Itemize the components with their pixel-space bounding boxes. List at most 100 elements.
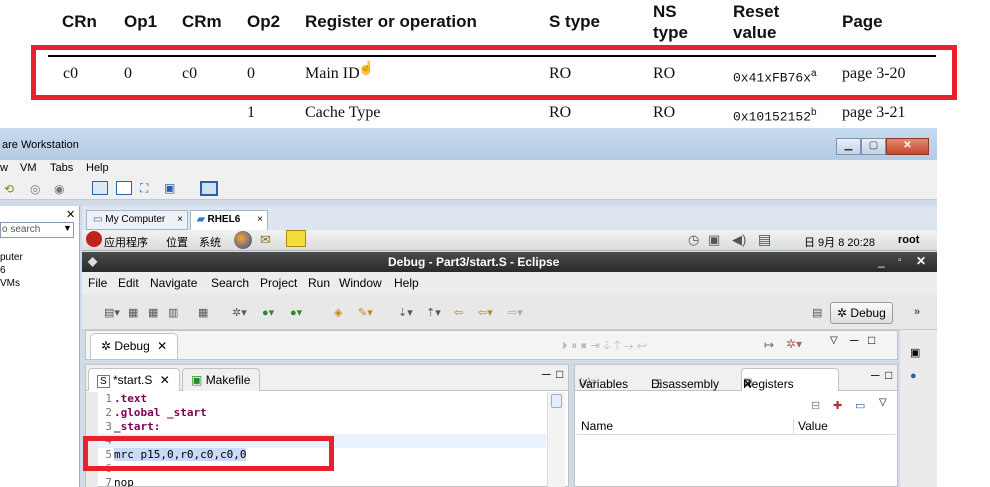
debug-perspective-button[interactable]: ✲ Debug (830, 302, 893, 324)
revert-icon[interactable]: ◎ (30, 182, 40, 196)
volume-icon[interactable]: ◀) (732, 232, 746, 248)
menu-places[interactable]: 位置 (166, 234, 188, 250)
menu-vm[interactable]: VM (20, 162, 37, 174)
library-item-shared-vms[interactable]: VMs (0, 278, 20, 289)
header-crn: CRn (62, 12, 97, 31)
close-button[interactable]: ✕ (886, 138, 929, 155)
save-all-icon[interactable]: ▦ (148, 306, 158, 319)
more-perspectives-icon[interactable]: » (914, 306, 920, 318)
tab-debug[interactable]: ✲ Debug ✕ (90, 333, 179, 359)
snapshot-icon[interactable]: ⟲ (4, 182, 14, 196)
code-line[interactable]: 1 .text (100, 392, 147, 406)
eclipse-close-icon[interactable]: ✕ (916, 254, 926, 268)
menu-navigate[interactable]: Navigate (150, 276, 197, 290)
restore-icon[interactable]: ▣ (910, 346, 920, 359)
screenshot-root: CRn Op1 CRm Op2 Register or operation S … (0, 0, 990, 487)
menu-applications[interactable]: 应用程序 (104, 234, 148, 250)
minimize-view-icon[interactable]: ─ (871, 368, 880, 382)
back-icon[interactable]: ⇦▾ (478, 306, 493, 319)
column-name[interactable]: Name (581, 419, 613, 433)
menu-help[interactable]: Help (394, 276, 419, 290)
notes-icon[interactable] (286, 230, 306, 247)
panel-user[interactable]: root (898, 234, 919, 246)
menu-tabs[interactable]: Tabs (50, 162, 73, 174)
cell-s-type: RO (549, 104, 572, 121)
thumbnail-view-icon[interactable] (200, 181, 218, 196)
view-menu-icon[interactable]: ▽ (830, 335, 838, 346)
code-line[interactable]: 2 .global _start (100, 406, 206, 420)
unity-icon[interactable]: ▣ (164, 181, 175, 195)
next-annotation-icon[interactable]: ⇣▾ (398, 306, 413, 319)
library-search-input[interactable]: o search ▼ (0, 222, 74, 238)
library-item-my-computer[interactable]: puter (0, 252, 23, 263)
new-icon[interactable]: ▤▾ (104, 306, 120, 319)
fullscreen-icon[interactable]: ⛶ (140, 181, 148, 195)
menu-run[interactable]: Run (308, 276, 330, 290)
save-icon[interactable]: ▦ (128, 306, 138, 319)
menu-view[interactable]: w (0, 162, 8, 174)
editor-scrollbar[interactable] (547, 392, 565, 487)
menu-search[interactable]: Search (211, 276, 249, 290)
minimize-view-icon[interactable]: ─ (542, 367, 551, 381)
run-icon[interactable]: ●▾ (262, 306, 274, 319)
panel-clock[interactable]: 日 9月 8 20:28 (804, 234, 875, 250)
menu-help[interactable]: Help (86, 162, 109, 174)
step-filter-icon[interactable]: ↦ (764, 338, 774, 352)
sidebar-view-icon[interactable] (92, 181, 108, 195)
tab-makefile[interactable]: ▣ Makefile (182, 368, 260, 391)
firefox-icon[interactable] (234, 231, 252, 249)
prev-annotation-icon[interactable]: ⇡▾ (426, 306, 441, 319)
debug-icon[interactable]: ✲▾ (232, 306, 247, 319)
tab-close-icon[interactable]: ✕ (157, 339, 167, 353)
eclipse-maximize-icon[interactable]: ▫ (898, 255, 902, 266)
console-view-icon[interactable] (116, 181, 132, 195)
snapshot-manager-icon[interactable]: ◉ (54, 182, 64, 196)
header-register: Register or operation (305, 12, 477, 31)
debug-config-icon[interactable]: ✲▾ (786, 337, 802, 351)
add-register-group-icon[interactable]: ✚ (833, 399, 842, 412)
library-close-icon[interactable]: ✕ (66, 208, 75, 221)
cell-register-link[interactable]: Cache Type (305, 104, 380, 122)
tab-rhel6[interactable]: ▰ RHEL6 × (190, 210, 268, 230)
menu-project[interactable]: Project (260, 276, 297, 290)
view-menu-icon[interactable]: ▽ (879, 397, 887, 408)
tab-close-icon[interactable]: × (177, 214, 183, 225)
menu-system[interactable]: 系统 (199, 234, 221, 250)
maximize-view-icon[interactable]: □ (556, 367, 563, 381)
forward-icon[interactable]: ⇨▾ (508, 306, 523, 319)
open-type-icon[interactable]: ◈ (334, 306, 342, 319)
tab-close-icon[interactable]: × (257, 214, 263, 225)
external-tools-icon[interactable]: ●▾ (290, 306, 302, 319)
cell-page-link[interactable]: page 3-21 (842, 104, 906, 122)
vmware-titlebar: are Workstation ▁ ▢ ✕ (0, 128, 937, 160)
search-icon[interactable]: ✎▾ (358, 306, 373, 319)
code-line[interactable]: 7 nop (100, 476, 134, 487)
maximize-view-icon[interactable]: □ (868, 333, 875, 347)
tab-start-s[interactable]: S *start.S ✕ (88, 368, 180, 391)
collapse-all-icon[interactable]: ⊟ (811, 399, 820, 412)
maximize-view-icon[interactable]: □ (885, 368, 892, 382)
breakpoints-icon[interactable]: ● (910, 370, 917, 382)
library-item-rhel6[interactable]: 6 (0, 265, 6, 276)
menu-window[interactable]: Window (339, 276, 382, 290)
email-icon[interactable]: ✉ (260, 232, 271, 248)
debug-controls-icons[interactable]: ⏵⏸⏹⇥⇣⇡⇢↩ (562, 339, 651, 353)
column-value[interactable]: Value (793, 419, 828, 433)
menu-edit[interactable]: Edit (118, 276, 139, 290)
cell-reset-value: 0x10152152b (733, 107, 817, 125)
layout-icon[interactable]: ▭ (855, 399, 865, 412)
tab-my-computer[interactable]: ▭ My Computer × (86, 210, 188, 230)
eclipse-minimize-icon[interactable]: _ (878, 254, 885, 268)
print-icon[interactable]: ▥ (168, 306, 178, 319)
tab-close-icon[interactable]: ✕ (160, 373, 170, 387)
highlight-box-main-id (31, 45, 957, 100)
minimize-view-icon[interactable]: ─ (850, 333, 859, 347)
eclipse-window-menu-icon[interactable]: ◆ (88, 254, 97, 268)
last-edit-icon[interactable]: ⇦ (454, 306, 463, 319)
build-icon[interactable]: ▦ (198, 306, 208, 319)
open-perspective-icon[interactable]: ▤ (812, 306, 822, 319)
menu-file[interactable]: File (88, 276, 107, 290)
code-line[interactable]: 3 _start: (100, 420, 160, 434)
minimize-button[interactable]: ▁ (836, 138, 861, 155)
maximize-button[interactable]: ▢ (861, 138, 886, 155)
